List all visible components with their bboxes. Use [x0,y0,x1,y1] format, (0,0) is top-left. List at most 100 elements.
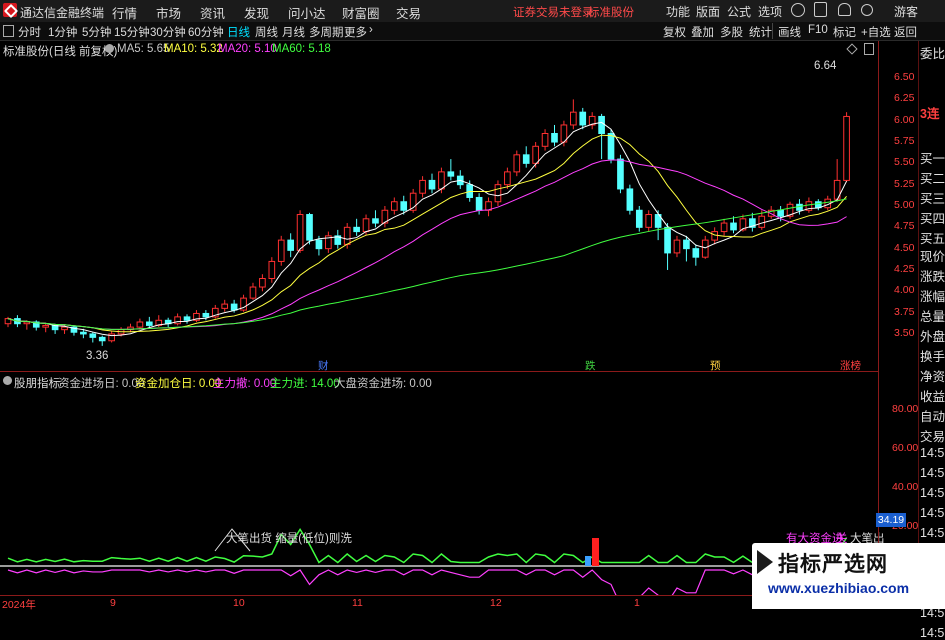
candle[interactable] [296,210,304,253]
candle[interactable] [626,184,634,215]
period-tab-weekly[interactable]: 周线 [255,24,278,40]
search-icon[interactable] [791,3,805,17]
candle[interactable] [843,112,850,183]
menu-item-market[interactable]: 市场 [156,3,181,22]
candle[interactable] [277,235,285,266]
period-tab-more[interactable]: 更多 [344,24,367,40]
menu-item-discover[interactable]: 发现 [244,3,269,22]
candle[interactable] [127,323,134,333]
mark-button[interactable]: 标记 [833,24,856,40]
candle[interactable] [249,282,257,300]
period-tab-timeshare[interactable]: 分时 [18,24,41,40]
expand-icon[interactable] [864,43,874,55]
period-tab-30min[interactable]: 30分钟 [150,24,186,40]
candle[interactable] [390,197,398,215]
period-tab-15min[interactable]: 15分钟 [114,24,150,40]
period-tab-monthly[interactable]: 月线 [282,24,305,40]
indicator-settings-icon[interactable] [3,376,12,385]
menu-item-ask[interactable]: 问小达 [288,3,326,22]
candle[interactable] [551,124,558,147]
candle[interactable] [89,332,97,343]
candle[interactable] [259,274,266,292]
candle[interactable] [635,206,643,232]
guest-label[interactable]: 游客 [894,3,918,20]
candle[interactable] [692,244,700,266]
period-tab-daily[interactable]: 日线 [227,24,250,40]
candle[interactable] [447,159,455,181]
candle[interactable] [607,129,615,164]
candle[interactable] [70,325,78,336]
candle[interactable] [428,173,436,194]
candle[interactable] [32,320,40,331]
adjust-button[interactable]: 复权 [663,24,686,40]
candle[interactable] [645,210,653,232]
candle[interactable] [664,223,671,270]
candle[interactable] [456,170,464,189]
candle[interactable] [522,146,530,168]
candle[interactable] [164,317,172,328]
phone-icon[interactable] [814,2,827,17]
back-button[interactable]: 返回 [894,24,917,40]
candle[interactable] [4,316,12,328]
candle[interactable] [211,304,219,319]
candle[interactable] [372,210,379,228]
candle[interactable] [570,99,577,130]
candle[interactable] [221,299,229,312]
menu-item-quotes[interactable]: 行情 [112,3,137,22]
add-watchlist-button[interactable]: +自选 [861,24,891,40]
candlestick-chart[interactable] [0,41,878,371]
candle[interactable] [786,201,794,219]
candle[interactable] [240,294,247,312]
menu-item-function[interactable]: 功能 [666,3,690,20]
candle[interactable] [419,176,426,198]
menu-item-formula[interactable]: 公式 [727,3,751,20]
f10-button[interactable]: F10 [808,24,828,36]
candle[interactable] [485,197,492,217]
draw-line-button[interactable]: 画线 [778,24,801,40]
menu-item-options[interactable]: 选项 [758,3,782,20]
candle[interactable] [108,331,115,343]
candle[interactable] [749,212,756,232]
candle[interactable] [720,218,728,236]
candle[interactable] [730,216,737,234]
candle[interactable] [588,112,596,130]
candle[interactable] [183,314,191,324]
candle[interactable] [711,227,718,245]
candle[interactable] [579,107,587,130]
menu-item-trade[interactable]: 交易 [396,3,421,22]
candle[interactable] [136,318,144,330]
menu-item-wealth[interactable]: 财富圈 [342,3,380,22]
candle[interactable] [654,210,662,241]
login-status[interactable]: 证券交易未登录 [513,4,594,20]
candle[interactable] [541,129,549,151]
period-tab-1min[interactable]: 1分钟 [48,24,77,40]
indicator-chart[interactable] [0,373,878,595]
bell-icon[interactable] [838,3,851,16]
candle[interactable] [673,235,681,258]
candle[interactable] [513,150,521,177]
candle[interactable] [683,235,690,262]
statistics-button[interactable]: 统计 [749,24,772,40]
candle[interactable] [334,229,342,249]
candle[interactable] [494,180,502,206]
candle[interactable] [98,335,106,346]
candle[interactable] [504,167,511,189]
candle[interactable] [268,257,276,283]
candle[interactable] [353,218,360,236]
menu-item-news[interactable]: 资讯 [200,3,225,22]
candle[interactable] [193,310,200,322]
period-tab-multi[interactable]: 多周期 [309,24,344,40]
chevron-right-icon[interactable]: › [369,24,373,36]
period-tab-60min[interactable]: 60分钟 [188,24,224,40]
multi-stock-button[interactable]: 多股 [720,24,743,40]
candle[interactable] [174,313,181,326]
candle[interactable] [287,233,294,258]
user-icon[interactable] [861,4,873,16]
overlay-button[interactable]: 叠加 [691,24,714,40]
settings-dot-icon[interactable] [105,44,114,53]
menu-item-layout[interactable]: 版面 [696,3,720,20]
panel-toggle-icon[interactable] [3,25,14,37]
candle[interactable] [325,231,332,253]
candle[interactable] [306,212,313,245]
period-tab-5min[interactable]: 5分钟 [82,24,111,40]
